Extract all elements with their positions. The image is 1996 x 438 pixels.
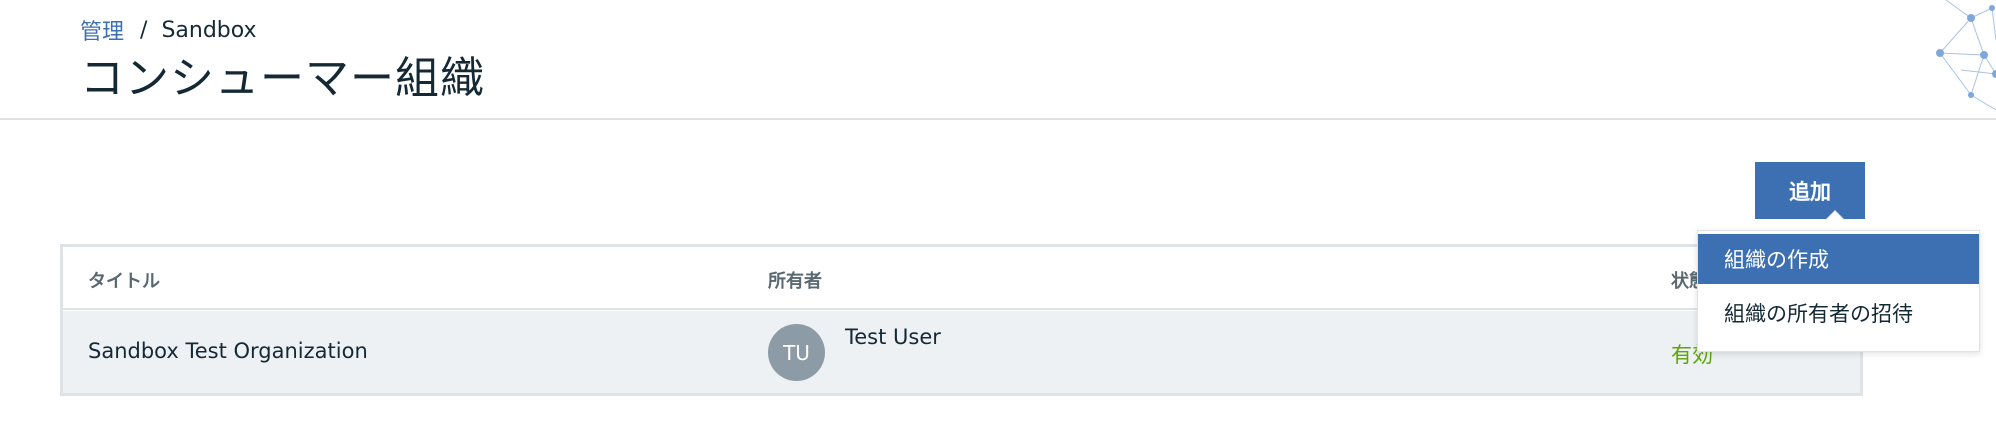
organizations-table: タイトル 所有者 状態 Sandbox Test Organization TU… [60, 244, 1863, 396]
table-header: タイトル 所有者 状態 [63, 247, 1860, 310]
row-title[interactable]: Sandbox Test Organization [88, 339, 368, 363]
avatar-initials: TU [783, 340, 810, 365]
breadcrumb-current: Sandbox [161, 17, 257, 43]
add-dropdown-menu: 組織の作成 組織の所有者の招待 [1697, 230, 1980, 352]
column-header-owner[interactable]: 所有者 [768, 267, 822, 293]
avatar: TU [768, 324, 825, 381]
breadcrumb-separator: / [140, 17, 148, 43]
menu-item-create-organization[interactable]: 組織の作成 [1698, 234, 1979, 284]
table-row[interactable]: Sandbox Test Organization TU Test User 有… [63, 311, 1860, 393]
page-title: コンシューマー組織 [80, 53, 485, 104]
row-owner-name: Test User [845, 325, 941, 349]
column-header-title[interactable]: タイトル [88, 267, 160, 293]
page-header: 管理 / Sandbox コンシューマー組織 [0, 0, 1996, 120]
add-button[interactable]: 追加 [1755, 162, 1865, 219]
menu-item-invite-owner[interactable]: 組織の所有者の招待 [1698, 288, 1979, 338]
network-decoration-icon [1936, 0, 1996, 111]
